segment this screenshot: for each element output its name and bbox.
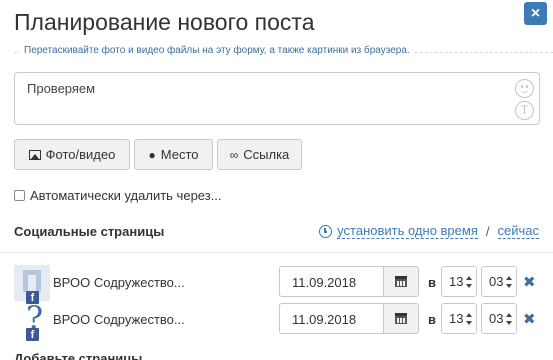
emoji-icon[interactable]: [515, 79, 534, 98]
auto-delete-label: Автоматически удалить через...: [30, 188, 222, 203]
updown-icon: [466, 276, 472, 288]
updown-icon: [506, 313, 512, 325]
divider: [0, 252, 553, 253]
facebook-icon: f: [26, 328, 39, 341]
link-label: Ссылка: [243, 147, 290, 162]
image-icon: [28, 149, 41, 160]
link-button[interactable]: ∞ Ссылка: [217, 139, 302, 170]
text-format-icon[interactable]: T: [515, 101, 534, 120]
dropzone-hint: Перетаскивайте фото и видео файлы на эту…: [20, 45, 414, 56]
at-label: в: [428, 275, 436, 290]
updown-icon: [506, 276, 512, 288]
link-icon: ∞: [229, 147, 239, 162]
close-button[interactable]: ×: [524, 2, 547, 25]
dialog-title: Планирование нового поста: [14, 9, 315, 35]
hour-select[interactable]: 13: [441, 303, 477, 334]
calendar-button[interactable]: [384, 303, 419, 334]
date-input[interactable]: 11.09.2018: [279, 266, 384, 297]
set-one-time-link[interactable]: установить одно время: [337, 224, 478, 239]
social-page-row: ? f ВРОО Содружество... 11.09.2018 в 13 …: [0, 299, 553, 341]
clock-icon: [319, 225, 333, 238]
photo-video-button[interactable]: Фото/видео: [14, 139, 130, 170]
social-pages-title: Социальные страницы: [14, 224, 165, 239]
time-links: установить одно время / сейчас: [319, 224, 539, 239]
add-pages-heading: Добавьте страницы: [14, 351, 143, 360]
schedule-post-dialog: Планирование нового поста × Перетаскивай…: [0, 0, 553, 360]
date-input[interactable]: 11.09.2018: [279, 303, 384, 334]
photo-video-label: Фото/видео: [45, 147, 116, 162]
minute-select[interactable]: 03: [481, 303, 517, 334]
at-label: в: [428, 312, 436, 327]
page-name: ВРОО Содружество...: [53, 275, 185, 290]
updown-icon: [466, 313, 472, 325]
now-link[interactable]: сейчас: [497, 224, 539, 239]
place-label: Место: [160, 147, 199, 162]
calendar-icon: [395, 313, 407, 324]
calendar-button[interactable]: [384, 266, 419, 297]
place-button[interactable]: ● Место: [134, 139, 213, 170]
time-links-separator: /: [485, 224, 490, 239]
remove-icon[interactable]: ✖: [523, 310, 536, 328]
minute-select[interactable]: 03: [481, 266, 517, 297]
page-avatar: ? f: [14, 299, 50, 341]
calendar-icon: [395, 276, 407, 287]
post-text-input[interactable]: Проверяем: [14, 72, 540, 125]
remove-icon[interactable]: ✖: [523, 273, 536, 291]
auto-delete-checkbox[interactable]: [14, 190, 25, 201]
page-name: ВРОО Содружество...: [53, 312, 185, 327]
hour-select[interactable]: 13: [441, 266, 477, 297]
auto-delete-row[interactable]: Автоматически удалить через...: [14, 188, 222, 203]
page-avatar: f: [14, 265, 50, 304]
social-page-row: f ВРОО Содружество... 11.09.2018 в 13 03…: [0, 265, 553, 304]
map-marker-icon: ●: [148, 147, 156, 162]
